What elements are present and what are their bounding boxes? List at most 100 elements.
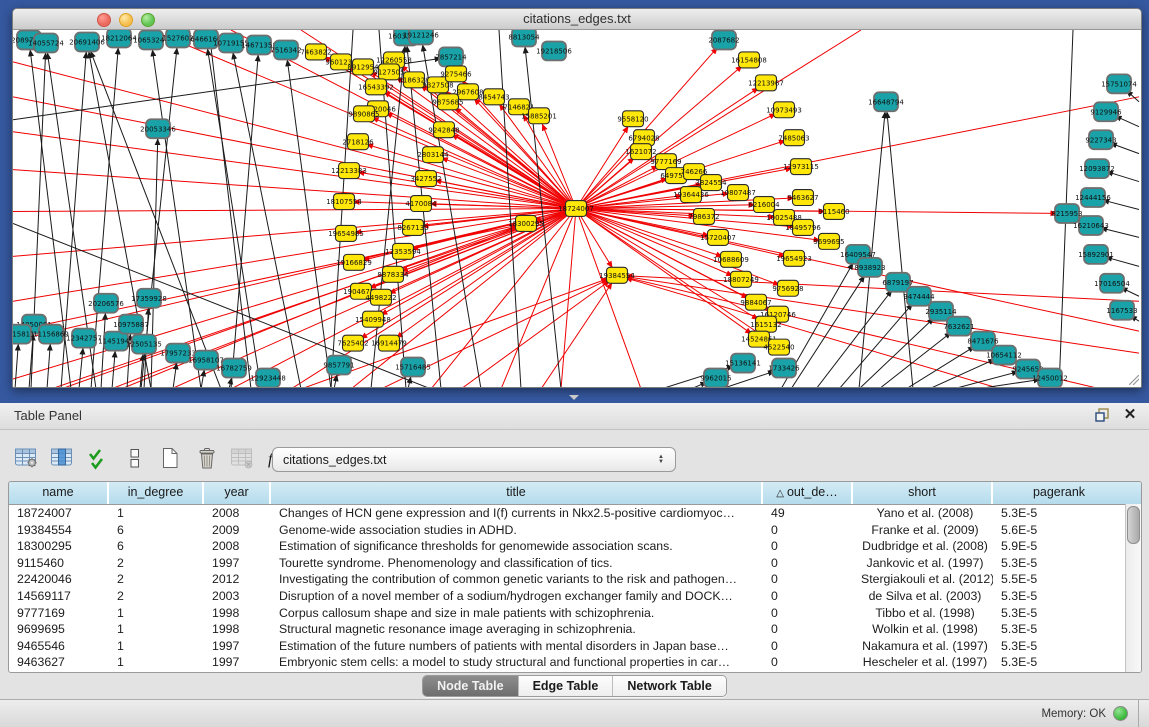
table-row[interactable]: 946554611997Estimation of the future num… <box>9 638 1141 655</box>
select-all-button[interactable] <box>84 445 112 472</box>
graph-node[interactable]: 15136141 <box>725 354 761 373</box>
graph-node[interactable]: 1167533 <box>1106 301 1137 320</box>
panel-splitter-handle[interactable] <box>569 395 579 400</box>
graph-node[interactable]: 15716485 <box>395 358 431 377</box>
graph-node[interactable]: 9756928 <box>772 280 803 296</box>
table-row[interactable]: 1872400712008Changes of HCN gene express… <box>9 505 1141 522</box>
graph-node[interactable]: 7485063 <box>778 130 809 146</box>
table-scrollbar[interactable] <box>1125 504 1141 672</box>
column-header-in_degree[interactable]: in_degree <box>109 482 204 504</box>
graph-node[interactable]: 9275466 <box>440 66 471 82</box>
graph-node[interactable]: 20053346 <box>140 119 176 138</box>
graph-node[interactable]: 4498222 <box>365 289 396 305</box>
graph-node[interactable]: 2803144 <box>417 147 449 163</box>
table-settings-button[interactable] <box>12 445 40 472</box>
float-panel-icon[interactable] <box>1093 406 1111 424</box>
network-graph[interactable]: 2089774414055724206914061821206410653247… <box>13 30 1141 387</box>
graph-node[interactable]: 16648794 <box>868 92 904 111</box>
graph-node[interactable]: 9558120 <box>617 111 648 127</box>
column-visibility-button[interactable] <box>48 445 76 472</box>
column-header-title[interactable]: title <box>271 482 763 504</box>
graph-node[interactable]: 9227343 <box>1085 130 1116 149</box>
graph-node[interactable]: 10688609 <box>713 251 749 267</box>
delete-columns-button[interactable] <box>192 445 220 472</box>
graph-node[interactable]: 12444156 <box>1075 188 1111 207</box>
graph-node[interactable]: 1733426 <box>768 359 799 378</box>
column-header-pagerank[interactable]: pagerank <box>993 482 1125 504</box>
graph-node[interactable]: 9129946 <box>1090 102 1121 121</box>
column-header-out_de[interactable]: △out_de… <box>763 482 853 504</box>
table-row[interactable]: 969969511998Structural magnetic resonanc… <box>9 621 1141 638</box>
graph-node[interactable]: 9962015 <box>700 369 731 387</box>
graph-node[interactable]: 9857791 <box>323 356 354 375</box>
graph-node[interactable]: 16154808 <box>731 52 767 68</box>
graph-node[interactable]: 9890865 <box>348 106 379 122</box>
graph-node[interactable]: 9875685 <box>432 94 463 110</box>
graph-node[interactable]: 15751074 <box>1101 74 1137 93</box>
graph-node[interactable]: 18107554 <box>326 194 362 210</box>
graph-node[interactable]: 12923448 <box>250 369 286 387</box>
graph-node[interactable]: 1527602 <box>162 30 193 47</box>
graph-node[interactable]: 17359928 <box>131 289 167 308</box>
table-row[interactable]: 911546021997Tourette syndrome. Phenomeno… <box>9 555 1141 572</box>
graph-node[interactable]: 2087682 <box>708 30 739 49</box>
graph-node[interactable]: 1615132 <box>750 316 781 332</box>
close-panel-icon[interactable]: ✕ <box>1121 406 1139 424</box>
graph-node[interactable]: 15409948 <box>355 311 391 327</box>
graph-node[interactable]: 8938923 <box>854 258 885 277</box>
graph-node[interactable]: 7625402 <box>337 335 368 351</box>
graph-node[interactable]: 18212064 <box>101 30 137 47</box>
graph-node[interactable]: 15720407 <box>700 229 736 245</box>
graph-node[interactable]: 12213967 <box>748 75 784 91</box>
graph-node[interactable]: 4522540 <box>763 339 794 355</box>
resize-grip-icon[interactable] <box>1129 375 1139 385</box>
tab-edge-table[interactable]: Edge Table <box>518 676 613 696</box>
graph-node[interactable]: 7986372 <box>688 209 719 225</box>
graph-node[interactable]: 9463627 <box>787 190 818 206</box>
table-row[interactable]: 1938455462009Genome-wide association stu… <box>9 522 1141 539</box>
graph-node[interactable]: 7857214 <box>435 47 467 66</box>
graph-node[interactable]: 8267130 <box>397 219 428 235</box>
graph-node[interactable]: 3915811 <box>13 325 35 344</box>
table-row[interactable]: 1830029562008Estimation of significance … <box>9 538 1141 555</box>
graph-node[interactable]: 14055724 <box>28 33 64 52</box>
graph-node[interactable]: 8813054 <box>508 30 540 46</box>
graph-node[interactable]: 9884067 <box>740 294 771 310</box>
graph-node[interactable]: 20206576 <box>88 294 124 313</box>
graph-node[interactable]: 16543392 <box>358 79 394 95</box>
graph-node[interactable]: 15892901 <box>1078 245 1114 264</box>
tab-network-table[interactable]: Network Table <box>612 676 726 696</box>
graph-node[interactable]: 19654985 <box>328 225 364 241</box>
table-row[interactable]: 977716911998Corpus callosum shape and si… <box>9 605 1141 622</box>
graph-node[interactable]: 19218506 <box>536 41 572 60</box>
tab-node-table[interactable]: Node Table <box>423 676 517 696</box>
graph-node[interactable]: 12450012 <box>1032 369 1068 387</box>
graph-node[interactable]: 9115460 <box>818 204 849 220</box>
column-header-year[interactable]: year <box>204 482 271 504</box>
graph-node[interactable]: 9242848 <box>428 122 459 138</box>
graph-node[interactable]: 12093872 <box>1079 159 1115 178</box>
graph-node[interactable]: 12505135 <box>126 335 162 354</box>
graph-node[interactable]: 7632621 <box>943 317 974 336</box>
table-selector[interactable]: citations_edges.txt ▲▼ <box>272 447 676 472</box>
table-row[interactable]: 2242004622012Investigating the contribut… <box>9 571 1141 588</box>
graph-node[interactable]: 16210643 <box>1073 216 1109 235</box>
network-canvas[interactable]: 2089774414055724206914061821206410653247… <box>13 30 1141 387</box>
new-column-button[interactable] <box>156 445 184 472</box>
graph-node[interactable]: 16782759 <box>216 359 252 378</box>
graph-node[interactable]: 2718126 <box>342 134 373 150</box>
column-header-name[interactable]: name <box>9 482 109 504</box>
graph-node[interactable]: 8878334 <box>377 266 409 282</box>
column-header-short[interactable]: short <box>853 482 993 504</box>
graph-node[interactable]: 11156869 <box>33 325 69 344</box>
graph-node[interactable]: 12342757 <box>66 329 102 348</box>
graph-node[interactable]: 7516342 <box>270 40 301 59</box>
graph-node[interactable]: 9699695 <box>813 233 844 249</box>
network-window-titlebar[interactable]: citations_edges.txt <box>13 9 1141 30</box>
graph-node[interactable]: 10975887 <box>113 315 149 334</box>
table-row[interactable]: 1456911722003Disruption of a novel membe… <box>9 588 1141 605</box>
graph-node[interactable]: 20691406 <box>69 32 105 51</box>
graph-node[interactable]: 8215953 <box>1051 204 1082 223</box>
graph-node[interactable]: 3427552 <box>410 171 441 187</box>
table-row[interactable]: 946362711997Embryonic stem cells: a mode… <box>9 654 1141 671</box>
